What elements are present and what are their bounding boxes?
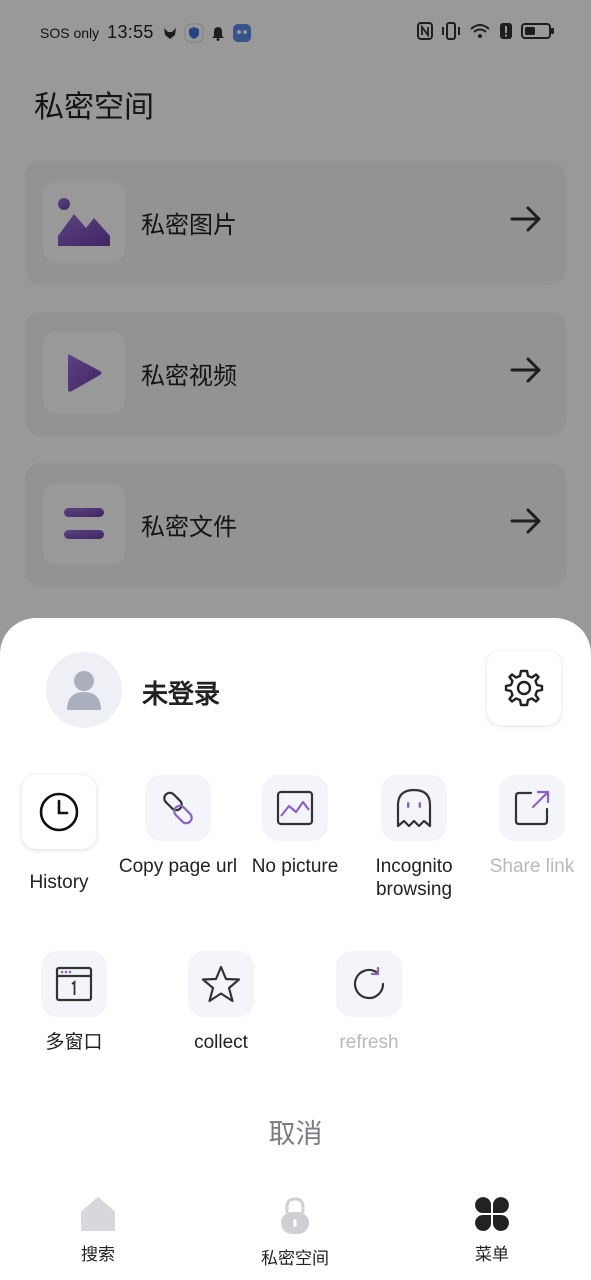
nav-label: 菜单 — [475, 1245, 509, 1265]
refresh-icon — [353, 966, 385, 1000]
home-icon — [81, 1197, 115, 1231]
window-icon — [55, 966, 93, 1002]
nav-label: 搜索 — [81, 1245, 115, 1265]
nav-item-search[interactable]: 搜索 — [38, 1196, 158, 1265]
clock-icon — [39, 792, 79, 832]
history-icon-box — [22, 775, 96, 849]
share-icon — [514, 790, 550, 826]
action-label: collect — [194, 1032, 248, 1053]
no-picture-action[interactable]: No picture — [240, 775, 350, 878]
action-label: refresh — [339, 1032, 399, 1053]
incognito-icon-box — [381, 775, 447, 841]
nav-label: 私密空间 — [261, 1249, 329, 1269]
share-link-action[interactable]: Share link — [478, 775, 586, 878]
refresh-icon-box — [336, 951, 402, 1017]
copy-page-url-action[interactable]: Copy page url — [118, 775, 238, 878]
action-label: Copy page url — [118, 856, 238, 877]
avatar[interactable] — [46, 652, 122, 728]
action-label: 多窗口 — [45, 1032, 103, 1053]
refresh-action[interactable]: refresh — [319, 951, 419, 1054]
no-picture-icon — [276, 790, 314, 826]
history-action[interactable]: History — [9, 775, 109, 894]
share-icon-box — [499, 775, 565, 841]
copy-url-icon-box — [145, 775, 211, 841]
cancel-button[interactable]: 取消 — [0, 1112, 591, 1151]
no-picture-icon-box — [262, 775, 328, 841]
star-icon — [201, 965, 241, 1003]
action-label: Incognito browsing — [375, 856, 453, 900]
menu-bottom-sheet: 未登录 History Copy page url No picture Inc… — [0, 618, 591, 1280]
incognito-browsing-action[interactable]: Incognito browsing — [356, 775, 472, 901]
action-label: No picture — [251, 856, 339, 877]
action-label: Share link — [489, 856, 575, 877]
action-label: History — [29, 872, 89, 893]
ghost-icon — [396, 788, 432, 828]
nav-item-private-space[interactable]: 私密空间 — [235, 1196, 355, 1269]
user-avatar-icon — [67, 671, 101, 710]
collect-icon-box — [188, 951, 254, 1017]
link-icon — [163, 791, 193, 825]
multi-window-action[interactable]: 多窗口 — [24, 951, 124, 1054]
settings-button[interactable] — [487, 651, 561, 725]
lock-icon — [281, 1197, 309, 1234]
multi-window-icon-box — [41, 951, 107, 1017]
menu-grid-icon — [475, 1197, 509, 1231]
gear-icon — [504, 669, 544, 707]
login-status-text[interactable]: 未登录 — [142, 674, 220, 711]
nav-item-menu[interactable]: 菜单 — [432, 1196, 552, 1265]
collect-action[interactable]: collect — [171, 951, 271, 1054]
